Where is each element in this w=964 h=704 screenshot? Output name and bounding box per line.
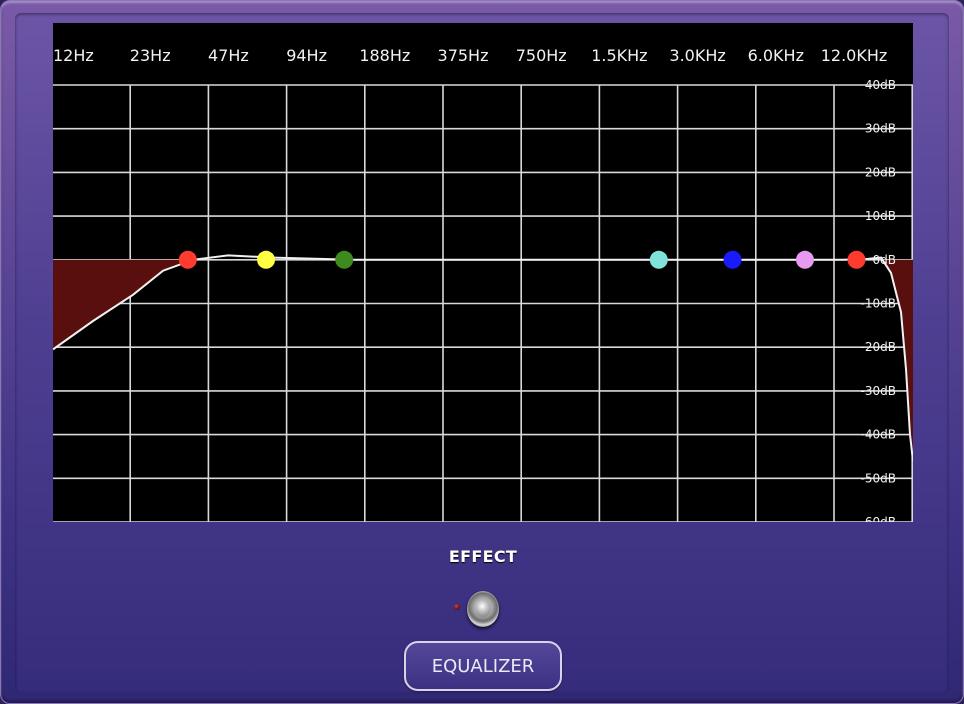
db-label: -20dB <box>861 340 896 354</box>
eq-band-handle[interactable] <box>649 250 668 269</box>
eq-band-handle[interactable] <box>257 250 276 269</box>
eq-band-handle[interactable] <box>723 250 742 269</box>
eq-grid <box>53 84 913 522</box>
frequency-labels: 12Hz 23Hz 47Hz 94Hz 188Hz 375Hz 750Hz 1.5KHz 3.0… <box>53 46 887 65</box>
eq-curve-layer <box>53 254 913 461</box>
equalizer-button[interactable]: EQUALIZER <box>404 641 562 691</box>
eq-graph[interactable]: 12Hz 23Hz 47Hz 94Hz 188Hz 375Hz 750Hz 1.5KHz 3.0… <box>53 23 913 522</box>
frequency-label: 188Hz <box>359 46 410 65</box>
eq-band-handle[interactable] <box>335 250 354 269</box>
effect-label: EFFECT <box>448 547 518 566</box>
eq-band-handle[interactable] <box>847 250 866 269</box>
frequency-label: 1.5KHz <box>591 46 647 65</box>
low-cut-fill <box>53 259 193 350</box>
effect-switch-area <box>433 566 533 627</box>
db-label: -60dB <box>861 515 896 522</box>
db-label: 0dB <box>873 253 896 267</box>
eq-response-curve <box>53 254 913 461</box>
db-label: 40dB <box>865 78 896 92</box>
frequency-label: 6.0KHz <box>748 46 804 65</box>
db-label: -10dB <box>861 297 896 311</box>
frequency-label: 12Hz <box>53 46 94 65</box>
db-label: -40dB <box>861 428 896 442</box>
effect-led-indicator <box>454 604 460 610</box>
eq-cut-fill <box>53 259 913 461</box>
effect-section: EFFECT <box>433 547 533 627</box>
frequency-label: 23Hz <box>130 46 171 65</box>
effect-footswitch[interactable] <box>467 591 499 627</box>
db-label: -30dB <box>861 384 896 398</box>
frequency-label: 375Hz <box>438 46 489 65</box>
frequency-label: 3.0KHz <box>669 46 725 65</box>
db-label: 30dB <box>865 122 896 136</box>
eq-band-handle[interactable] <box>178 250 197 269</box>
frequency-label: 12.0KHz <box>821 46 888 65</box>
frequency-label: 94Hz <box>286 46 327 65</box>
db-label: 20dB <box>865 165 896 179</box>
frequency-label: 750Hz <box>516 46 567 65</box>
db-label: 10dB <box>865 209 896 223</box>
db-label: -50dB <box>861 471 896 485</box>
plugin-panel: 12Hz 23Hz 47Hz 94Hz 188Hz 375Hz 750Hz 1.5KHz 3.0… <box>0 0 964 704</box>
eq-display[interactable]: 12Hz 23Hz 47Hz 94Hz 188Hz 375Hz 750Hz 1.5KHz 3.0… <box>53 23 913 522</box>
eq-band-handle[interactable] <box>795 250 814 269</box>
db-labels: 40dB 30dB 20dB 10dB 0dB -10dB -20dB -30dB -40dB -… <box>861 78 896 522</box>
frequency-label: 47Hz <box>208 46 249 65</box>
